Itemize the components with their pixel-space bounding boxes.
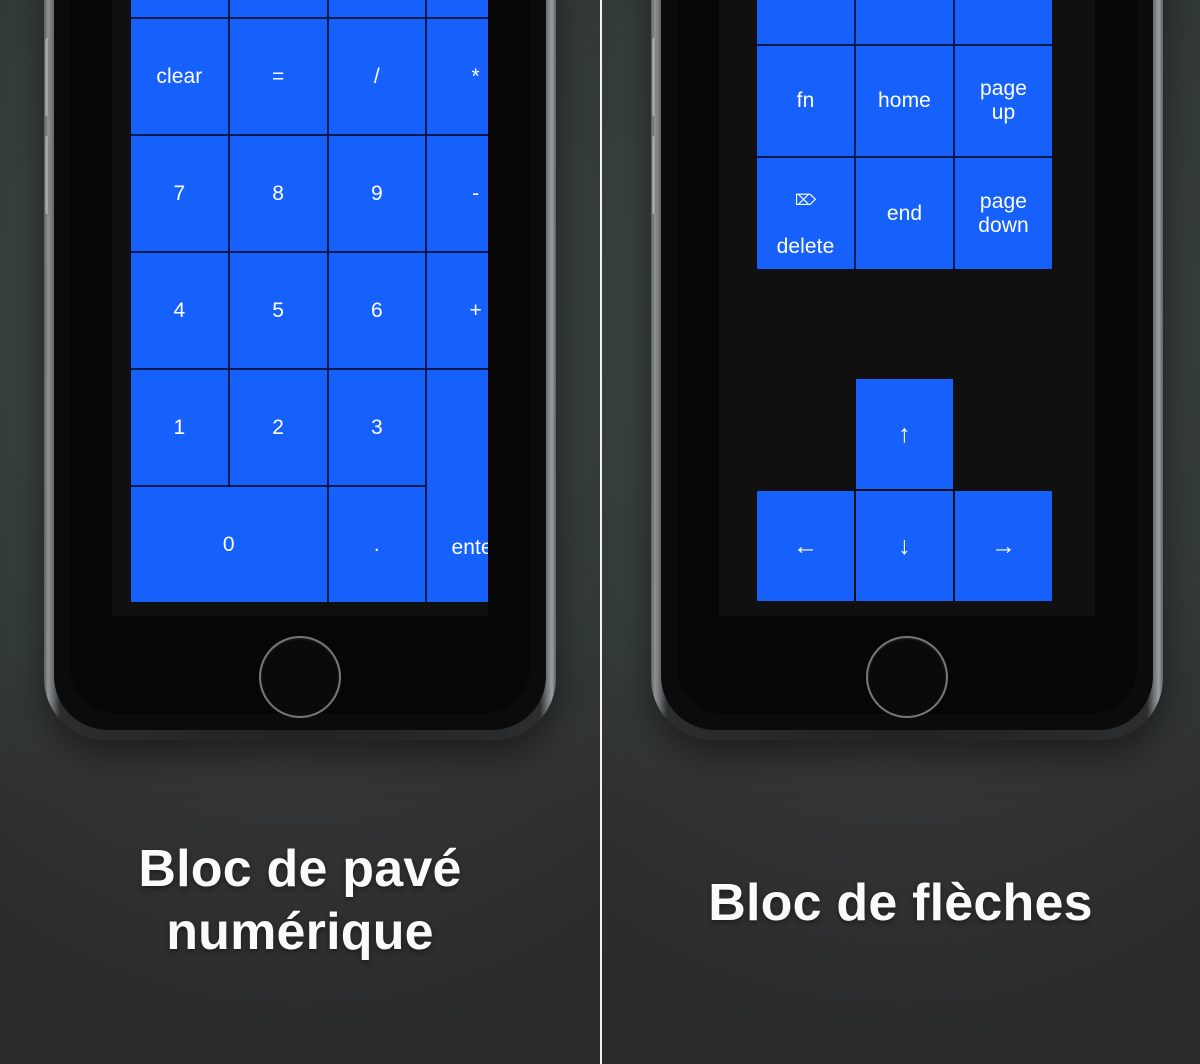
key-6[interactable]: 6	[328, 253, 426, 368]
arrow-pad-spacer-right	[955, 379, 1052, 489]
key-arrow-right[interactable]: →	[955, 491, 1052, 601]
volume-up-button-right[interactable]	[652, 38, 656, 116]
command-keypad: ⌘C ⌘X ⌘V fn home page up ⌦ delete	[757, 0, 1052, 269]
key-plus[interactable]: +	[427, 253, 488, 368]
key-page-up[interactable]: page up	[955, 45, 1052, 157]
key-0[interactable]: 0	[131, 487, 327, 602]
key-end[interactable]: end	[856, 158, 953, 269]
key-equals[interactable]: =	[229, 19, 327, 134]
key-enter[interactable]: enter	[427, 370, 488, 602]
key-arrow-left[interactable]: ←	[757, 491, 854, 601]
right-caption: Bloc de flèches	[601, 872, 1200, 935]
key-cmd-x[interactable]: ⌘X	[856, 0, 953, 44]
key-tab[interactable]: tab	[229, 0, 327, 17]
key-arrow-up[interactable]: ↑	[856, 379, 953, 489]
phone-screen-right: ⌘C ⌘X ⌘V fn home page up ⌦ delete	[719, 0, 1095, 616]
phone-screen-left: esc tab space delete clear = / * 7 8 9	[112, 0, 488, 616]
forward-delete-icon: ⌦	[794, 192, 817, 210]
key-multiply[interactable]: *	[427, 19, 488, 134]
phone-frame-inner-left: esc tab space delete clear = / * 7 8 9	[54, 0, 546, 730]
left-caption-line1: Bloc de pavé	[138, 840, 462, 898]
key-5[interactable]: 5	[229, 253, 327, 368]
key-4[interactable]: 4	[131, 253, 228, 368]
key-divide[interactable]: /	[328, 19, 426, 134]
left-caption-line2: numérique	[166, 903, 434, 962]
key-arrow-down[interactable]: ↓	[856, 491, 953, 601]
key-delete[interactable]: delete	[427, 0, 488, 17]
screenshot-stage: esc tab space delete clear = / * 7 8 9	[0, 0, 1200, 1064]
phone-face-right: ⌘C ⌘X ⌘V fn home page up ⌦ delete	[677, 0, 1137, 718]
volume-down-button-right[interactable]	[652, 136, 656, 214]
key-space[interactable]: space	[328, 0, 426, 17]
volume-down-button-left[interactable]	[45, 136, 49, 214]
key-7[interactable]: 7	[131, 136, 228, 251]
arrow-pad-spacer-left	[757, 379, 854, 489]
key-forward-delete[interactable]: ⌦ delete	[757, 158, 854, 269]
key-page-down[interactable]: page down	[955, 158, 1052, 269]
phone-frame-left: esc tab space delete clear = / * 7 8 9	[44, 0, 556, 740]
key-cmd-v[interactable]: ⌘V	[955, 0, 1052, 44]
key-forward-delete-label: delete	[776, 234, 835, 258]
left-panel: esc tab space delete clear = / * 7 8 9	[0, 0, 600, 1064]
key-2[interactable]: 2	[229, 370, 327, 485]
home-button-left[interactable]	[259, 636, 341, 718]
iphone-device-right: ⌘C ⌘X ⌘V fn home page up ⌦ delete	[651, 0, 1163, 740]
key-esc[interactable]: esc	[131, 0, 228, 17]
key-1[interactable]: 1	[131, 370, 228, 485]
key-8[interactable]: 8	[229, 136, 327, 251]
left-caption: Bloc de pavé numérique	[0, 838, 600, 965]
key-fn[interactable]: fn	[757, 45, 854, 157]
phone-frame-right: ⌘C ⌘X ⌘V fn home page up ⌦ delete	[651, 0, 1163, 740]
key-cmd-c[interactable]: ⌘C	[757, 0, 854, 44]
key-3[interactable]: 3	[328, 370, 426, 485]
key-decimal-point[interactable]: .	[328, 487, 426, 602]
right-caption-line1: Bloc de flèches	[708, 874, 1093, 932]
key-9[interactable]: 9	[328, 136, 426, 251]
home-button-right[interactable]	[866, 636, 948, 718]
key-minus[interactable]: -	[427, 136, 488, 251]
panel-divider	[600, 0, 602, 1064]
phone-face-left: esc tab space delete clear = / * 7 8 9	[70, 0, 530, 718]
key-home[interactable]: home	[856, 45, 953, 157]
iphone-device-left: esc tab space delete clear = / * 7 8 9	[44, 0, 556, 740]
phone-frame-inner-right: ⌘C ⌘X ⌘V fn home page up ⌦ delete	[661, 0, 1153, 730]
right-panel: ⌘C ⌘X ⌘V fn home page up ⌦ delete	[601, 0, 1200, 1064]
volume-up-button-left[interactable]	[45, 38, 49, 116]
numeric-keypad: esc tab space delete clear = / * 7 8 9	[131, 0, 488, 602]
key-clear[interactable]: clear	[131, 19, 228, 134]
arrow-keypad: ↑ ← ↓ →	[757, 379, 1052, 601]
